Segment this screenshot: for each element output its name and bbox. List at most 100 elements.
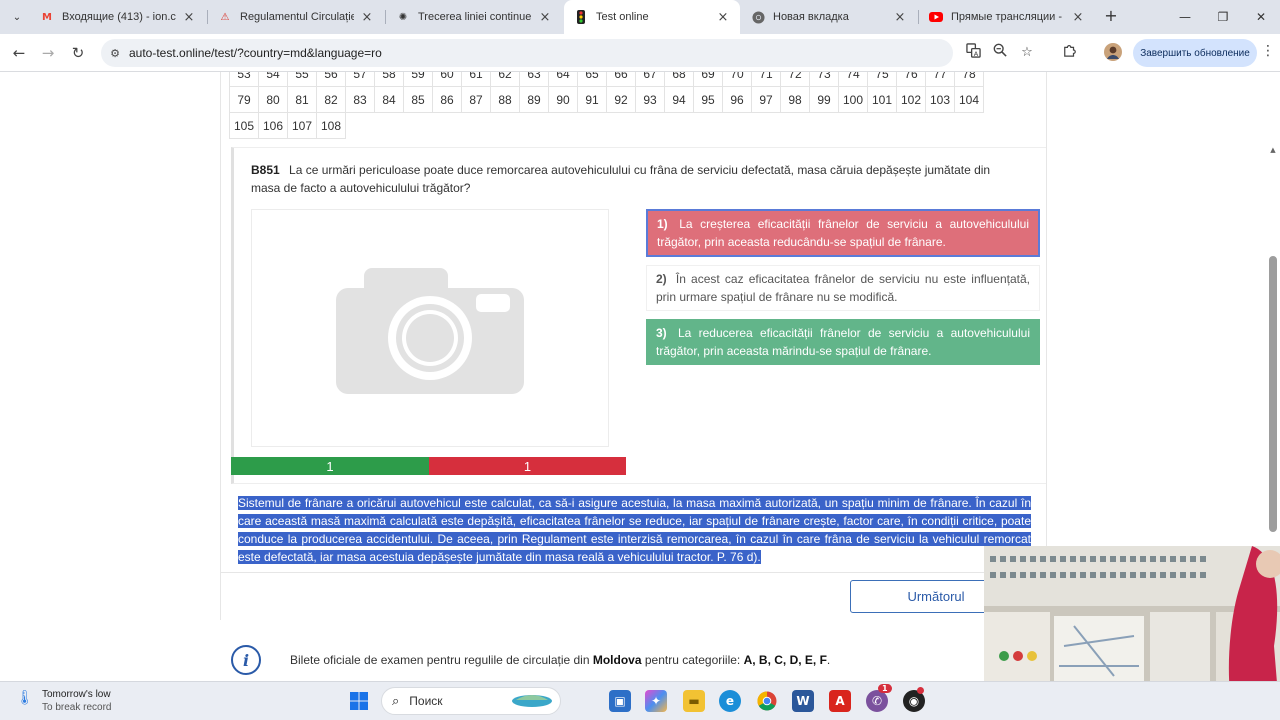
finish-update-button[interactable]: Завершить обновление (1133, 39, 1257, 67)
scrollbar-thumb[interactable] (1269, 256, 1277, 532)
question-number-cell[interactable]: 98 (780, 86, 810, 113)
zoom-icon[interactable] (990, 43, 1010, 63)
question-number-cell[interactable]: 92 (606, 86, 636, 113)
minimize-button[interactable]: — (1166, 0, 1204, 34)
address-url[interactable]: auto-test.online/test/?country=md&langua… (129, 46, 382, 60)
question-number-cell[interactable]: 68 (664, 72, 694, 87)
question-number-cell[interactable]: 78 (954, 72, 984, 87)
question-number-cell[interactable]: 108 (316, 112, 346, 139)
question-number-cell[interactable]: 88 (490, 86, 520, 113)
back-button[interactable]: ← (8, 42, 30, 64)
question-number-cell[interactable]: 82 (316, 86, 346, 113)
tab-gmail[interactable]: M Входящие (413) - ion.ciob × (30, 0, 206, 34)
tab-youtube[interactable]: Прямые трансляции - Yo × (919, 0, 1095, 34)
word-icon[interactable]: W (792, 690, 814, 712)
tab-test-online[interactable]: Test online × (564, 0, 740, 34)
bookmark-star-icon[interactable]: ☆ (1017, 43, 1037, 63)
weather-widget[interactable]: 🌡 Tomorrow's low To break record (16, 688, 111, 714)
chrome-taskbar-icon[interactable] (756, 690, 778, 712)
menu-kebab-icon[interactable]: ⋮ (1261, 43, 1275, 59)
question-number-cell[interactable]: 79 (229, 86, 259, 113)
question-number-cell[interactable]: 67 (635, 72, 665, 87)
question-number-cell[interactable]: 106 (258, 112, 288, 139)
question-number-cell[interactable]: 94 (664, 86, 694, 113)
question-number-cell[interactable]: 85 (403, 86, 433, 113)
obs-icon[interactable]: ◉ (903, 687, 925, 712)
question-number-cell[interactable]: 56 (316, 72, 346, 87)
answer-option-3[interactable]: 3) La reducerea eficacității frânelor de… (646, 319, 1040, 365)
question-number-cell[interactable]: 100 (838, 86, 868, 113)
tab-trecerea[interactable]: ✺ Trecerea liniei continue R × (386, 0, 562, 34)
question-number-cell[interactable]: 73 (809, 72, 839, 87)
question-number-cell[interactable]: 69 (693, 72, 723, 87)
viber-icon[interactable]: ✆ 1 (866, 684, 892, 712)
question-number-cell[interactable]: 81 (287, 86, 317, 113)
tab-new[interactable]: Новая вкладка × (741, 0, 917, 34)
question-number-cell[interactable]: 72 (780, 72, 810, 87)
question-number-cell[interactable]: 77 (925, 72, 955, 87)
question-number-cell[interactable]: 63 (519, 72, 549, 87)
question-number-cell[interactable]: 75 (867, 72, 897, 87)
task-view-icon[interactable]: ▣ (609, 690, 631, 712)
copilot-icon[interactable]: ✦ (645, 690, 667, 712)
question-number-cell[interactable]: 54 (258, 72, 288, 87)
question-number-cell[interactable]: 91 (577, 86, 607, 113)
question-number-cell[interactable]: 70 (722, 72, 752, 87)
scroll-up-arrow[interactable]: ▲ (1268, 146, 1278, 154)
windows-start-icon[interactable] (348, 690, 370, 712)
question-number-cell[interactable]: 93 (635, 86, 665, 113)
question-number-cell[interactable]: 86 (432, 86, 462, 113)
edge-icon[interactable]: e (719, 690, 741, 712)
tab-search-icon[interactable]: ⌄ (6, 6, 28, 28)
close-icon[interactable]: × (893, 10, 907, 25)
question-number-cell[interactable]: 84 (374, 86, 404, 113)
question-number-cell[interactable]: 90 (548, 86, 578, 113)
question-number-cell[interactable]: 76 (896, 72, 926, 87)
close-icon[interactable]: × (360, 10, 374, 25)
file-explorer-icon[interactable]: ▬ (683, 690, 705, 712)
question-number-cell[interactable]: 95 (693, 86, 723, 113)
question-number-cell[interactable]: 65 (577, 72, 607, 87)
answer-option-1[interactable]: 1) La creșterea eficacității frânelor de… (646, 209, 1040, 257)
taskbar-search[interactable]: ⌕ Поиск (381, 687, 561, 715)
restore-button[interactable]: ❐ (1204, 0, 1242, 34)
question-number-cell[interactable]: 101 (867, 86, 897, 113)
question-number-cell[interactable]: 64 (548, 72, 578, 87)
question-number-cell[interactable]: 57 (345, 72, 375, 87)
window-close-button[interactable]: ✕ (1242, 0, 1280, 34)
close-icon[interactable]: × (716, 10, 730, 25)
question-number-cell[interactable]: 105 (229, 112, 259, 139)
question-number-cell[interactable]: 66 (606, 72, 636, 87)
profile-avatar-icon[interactable] (1103, 43, 1123, 63)
question-number-cell[interactable]: 89 (519, 86, 549, 113)
reload-button[interactable]: ↻ (67, 42, 89, 64)
close-icon[interactable]: × (538, 10, 552, 25)
extensions-icon[interactable] (1060, 43, 1080, 63)
question-number-cell[interactable]: 107 (287, 112, 317, 139)
question-number-cell[interactable]: 53 (229, 72, 259, 87)
question-number-cell[interactable]: 102 (896, 86, 926, 113)
site-info-icon[interactable]: ⚙ (101, 47, 129, 60)
question-number-cell[interactable]: 58 (374, 72, 404, 87)
acrobat-icon[interactable]: A (829, 690, 851, 712)
question-number-cell[interactable]: 59 (403, 72, 433, 87)
question-number-cell[interactable]: 83 (345, 86, 375, 113)
address-bar[interactable]: ⚙ auto-test.online/test/?country=md&lang… (101, 39, 953, 67)
question-number-cell[interactable]: 71 (751, 72, 781, 87)
question-number-cell[interactable]: 61 (461, 72, 491, 87)
question-number-cell[interactable]: 55 (287, 72, 317, 87)
question-number-cell[interactable]: 74 (838, 72, 868, 87)
question-number-cell[interactable]: 103 (925, 86, 955, 113)
question-number-cell[interactable]: 80 (258, 86, 288, 113)
question-number-cell[interactable]: 62 (490, 72, 520, 87)
tab-regulament[interactable]: ⚠ Regulamentul Circulației R × (208, 0, 384, 34)
question-number-cell[interactable]: 60 (432, 72, 462, 87)
question-number-cell[interactable]: 87 (461, 86, 491, 113)
question-number-cell[interactable]: 97 (751, 86, 781, 113)
question-number-cell[interactable]: 104 (954, 86, 984, 113)
close-icon[interactable]: × (182, 10, 196, 25)
question-number-cell[interactable]: 99 (809, 86, 839, 113)
forward-button[interactable]: → (37, 42, 59, 64)
answer-option-2[interactable]: 2) În acest caz eficacitatea frânelor de… (646, 265, 1040, 311)
close-icon[interactable]: × (1071, 10, 1085, 25)
